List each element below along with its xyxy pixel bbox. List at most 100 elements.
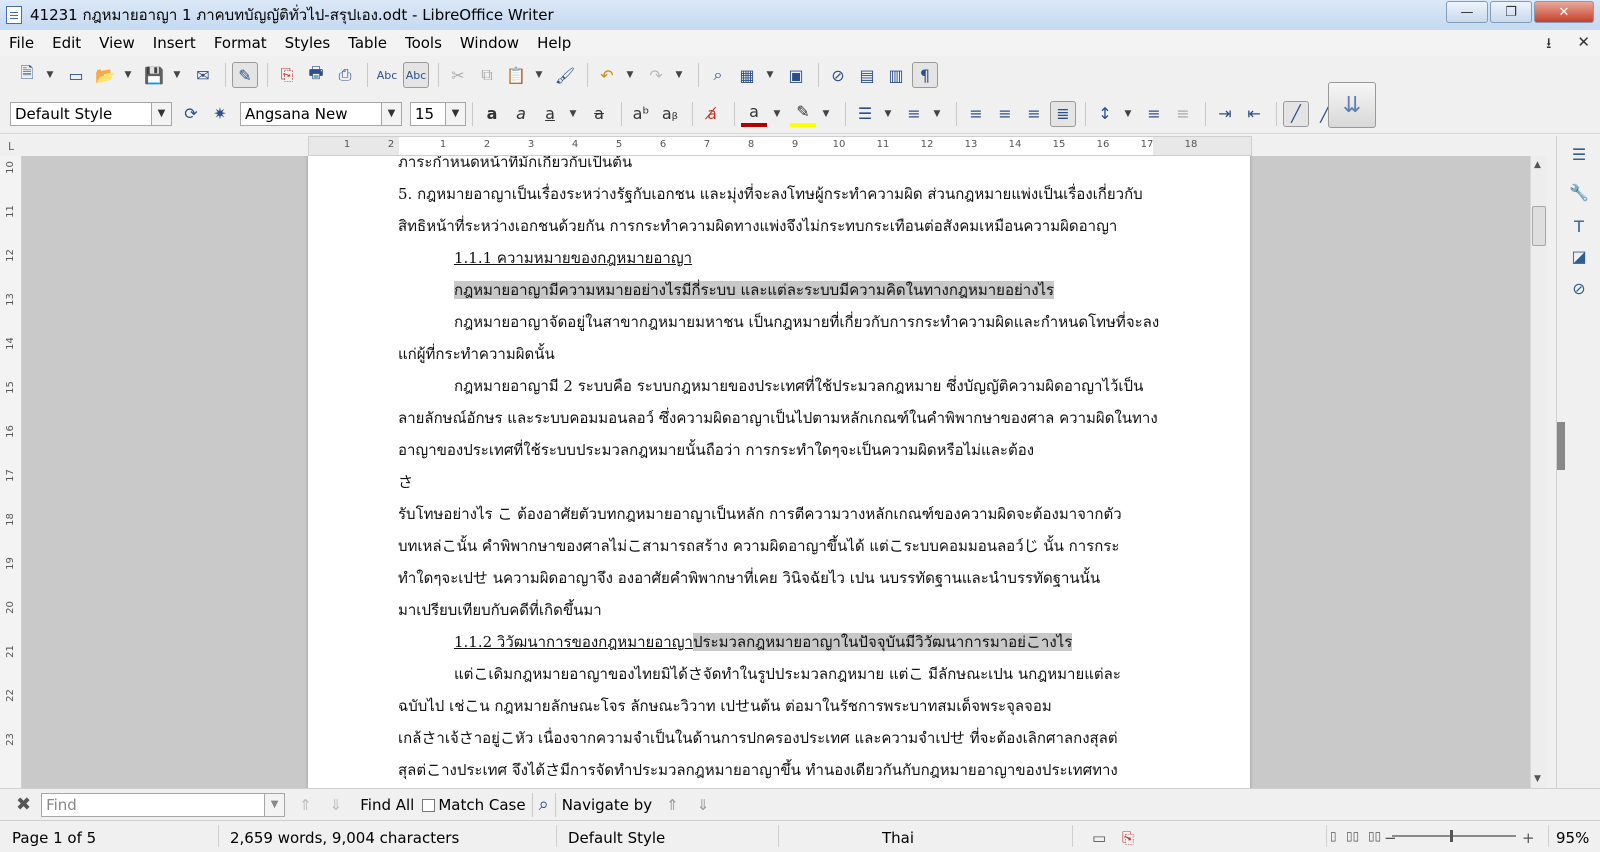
zoom-level[interactable]: 95%: [1556, 829, 1589, 847]
paste-icon[interactable]: 📋: [503, 62, 529, 88]
strikethrough-icon[interactable]: a: [586, 101, 612, 127]
menu-edit[interactable]: Edit: [43, 34, 90, 52]
templates-icon[interactable]: ▭: [63, 62, 89, 88]
decrease-paragraph-spacing-icon[interactable]: ≡: [1170, 101, 1196, 127]
navigate-down-icon[interactable]: ⇓: [697, 796, 710, 814]
navigate-up-icon[interactable]: ⇑: [666, 796, 679, 814]
redo-icon[interactable]: ↷: [643, 62, 669, 88]
language[interactable]: Thai: [882, 829, 914, 847]
font-color-dropdown-icon[interactable]: ▼: [770, 101, 784, 127]
undo-dropdown-icon[interactable]: ▼: [623, 62, 637, 88]
word-count[interactable]: 2,659 words, 9,004 characters: [230, 829, 459, 847]
close-button[interactable]: ✕: [1534, 1, 1594, 23]
document-text[interactable]: ภาระกำหนดหน้าที่มักเกี่ยวกับเป็นต้น 5. ก…: [398, 156, 1159, 786]
book-view-icon[interactable]: ▯▯: [1368, 829, 1381, 843]
new-document-icon[interactable]: 🗎: [14, 62, 40, 88]
vertical-ruler[interactable]: 10 11 12 13 14 15 16 17 18 19 20 21 22 2…: [0, 156, 22, 788]
scroll-down-icon[interactable]: ▼: [1534, 774, 1541, 784]
spellcheck-icon[interactable]: Abc: [374, 62, 400, 88]
underline-icon[interactable]: a: [537, 101, 563, 127]
vertical-scrollbar[interactable]: ▲ ▼: [1530, 156, 1547, 788]
menu-tools[interactable]: Tools: [396, 34, 451, 52]
find-previous-icon[interactable]: ⇑: [299, 796, 312, 814]
align-left-icon[interactable]: ≡: [963, 101, 989, 127]
print-preview-icon[interactable]: ⎙: [332, 62, 358, 88]
sidebar-menu-icon[interactable]: ☰: [1567, 142, 1591, 166]
draw-line-icon[interactable]: ╱: [1283, 100, 1309, 127]
save-dropdown-icon[interactable]: ▼: [170, 62, 184, 88]
chevron-down-icon[interactable]: ▼: [151, 102, 171, 125]
subscript-icon[interactable]: aᵦ: [657, 101, 683, 127]
align-right-icon[interactable]: ≡: [1021, 101, 1047, 127]
open-folder-icon[interactable]: 📂: [92, 62, 118, 88]
line-spacing-dropdown-icon[interactable]: ▼: [1121, 101, 1135, 127]
image-icon[interactable]: ▣: [783, 62, 809, 88]
increase-paragraph-spacing-icon[interactable]: ≡: [1141, 101, 1167, 127]
match-case-checkbox-wrap[interactable]: Match Case: [422, 796, 526, 814]
sidebar-collapse-handle[interactable]: [1557, 422, 1565, 470]
paragraph-style-combo[interactable]: Default Style ▼: [10, 101, 172, 126]
textbox-icon[interactable]: ▥: [883, 62, 909, 88]
find-replace-icon[interactable]: ⌕: [705, 62, 731, 88]
justify-icon[interactable]: ≣: [1050, 100, 1076, 127]
email-icon[interactable]: ✉: [190, 62, 216, 88]
styles-icon[interactable]: T: [1567, 214, 1591, 238]
chevron-down-icon[interactable]: ▼: [381, 102, 401, 125]
menu-file[interactable]: File: [0, 34, 43, 52]
autospellcheck-icon[interactable]: Abc: [403, 62, 429, 88]
paste-dropdown-icon[interactable]: ▼: [532, 62, 546, 88]
find-replace-icon[interactable]: ⌕: [539, 794, 549, 815]
export-pdf-icon[interactable]: ⎘: [274, 62, 300, 88]
copy-icon[interactable]: ⧉: [474, 62, 500, 88]
clear-formatting-icon[interactable]: a̸: [699, 101, 725, 127]
table-icon[interactable]: ▦: [734, 62, 760, 88]
underline-dropdown-icon[interactable]: ▼: [566, 101, 580, 127]
open-dropdown-icon[interactable]: ▼: [121, 62, 135, 88]
single-page-view-icon[interactable]: ▯: [1330, 829, 1337, 843]
sidebar-deck-icon[interactable]: ⇊: [1328, 82, 1376, 128]
document-area[interactable]: ภาระกำหนดหน้าที่มักเกี่ยวกับเป็นต้น 5. ก…: [22, 156, 1536, 788]
undo-icon[interactable]: ↶: [594, 62, 620, 88]
bullets-dropdown-icon[interactable]: ▼: [881, 101, 895, 127]
update-style-icon[interactable]: ⟳: [178, 101, 204, 127]
clone-formatting-icon[interactable]: 🖌: [552, 62, 578, 88]
table-dropdown-icon[interactable]: ▼: [763, 62, 777, 88]
menu-format[interactable]: Format: [205, 34, 276, 52]
bold-icon[interactable]: a: [479, 101, 505, 127]
increase-indent-icon[interactable]: ⇥: [1212, 101, 1238, 127]
zoom-slider[interactable]: [1392, 830, 1516, 842]
chevron-down-icon[interactable]: ▼: [264, 793, 285, 816]
new-style-icon[interactable]: ✷: [207, 101, 233, 127]
new-dropdown-icon[interactable]: ▼: [43, 62, 57, 88]
align-center-icon[interactable]: ≡: [992, 101, 1018, 127]
decrease-indent-icon[interactable]: ⇤: [1241, 101, 1267, 127]
highlighter-dropdown-icon[interactable]: ▼: [819, 101, 833, 127]
properties-icon[interactable]: 🔧: [1567, 180, 1591, 204]
chevron-down-icon[interactable]: ▼: [445, 102, 465, 125]
edit-mode-icon[interactable]: ✎: [232, 62, 258, 88]
navigator-sidebar-icon[interactable]: ⊘: [1567, 276, 1591, 300]
insert-mode-icon[interactable]: ▭: [1092, 829, 1106, 847]
chart-icon[interactable]: ▤: [854, 62, 880, 88]
navigator-icon[interactable]: ⊘: [825, 62, 851, 88]
minimize-button[interactable]: —: [1446, 1, 1488, 23]
update-icon[interactable]: ⭳: [1546, 33, 1551, 58]
scroll-up-icon[interactable]: ▲: [1534, 160, 1541, 170]
match-case-checkbox[interactable]: [422, 798, 436, 812]
find-input[interactable]: Find ▼: [41, 792, 286, 817]
menu-table[interactable]: Table: [339, 34, 396, 52]
font-size-combo[interactable]: 15 ▼: [410, 101, 466, 126]
save-icon[interactable]: 💾: [141, 62, 167, 88]
menu-insert[interactable]: Insert: [144, 34, 205, 52]
zoom-in-icon[interactable]: +: [1522, 829, 1535, 847]
document-modified-icon[interactable]: ⎘: [1122, 829, 1134, 847]
zoom-out-icon[interactable]: −: [1384, 829, 1397, 847]
page-count[interactable]: Page 1 of 5: [12, 829, 96, 847]
line-spacing-icon[interactable]: ↕: [1092, 101, 1118, 127]
cut-icon[interactable]: ✂: [445, 62, 471, 88]
close-document-icon[interactable]: ✕: [1577, 33, 1590, 58]
menu-help[interactable]: Help: [528, 34, 580, 52]
maximize-button[interactable]: ❐: [1490, 1, 1532, 23]
document-page[interactable]: ภาระกำหนดหน้าที่มักเกี่ยวกับเป็นต้น 5. ก…: [308, 156, 1250, 788]
find-next-icon[interactable]: ⇓: [330, 796, 343, 814]
